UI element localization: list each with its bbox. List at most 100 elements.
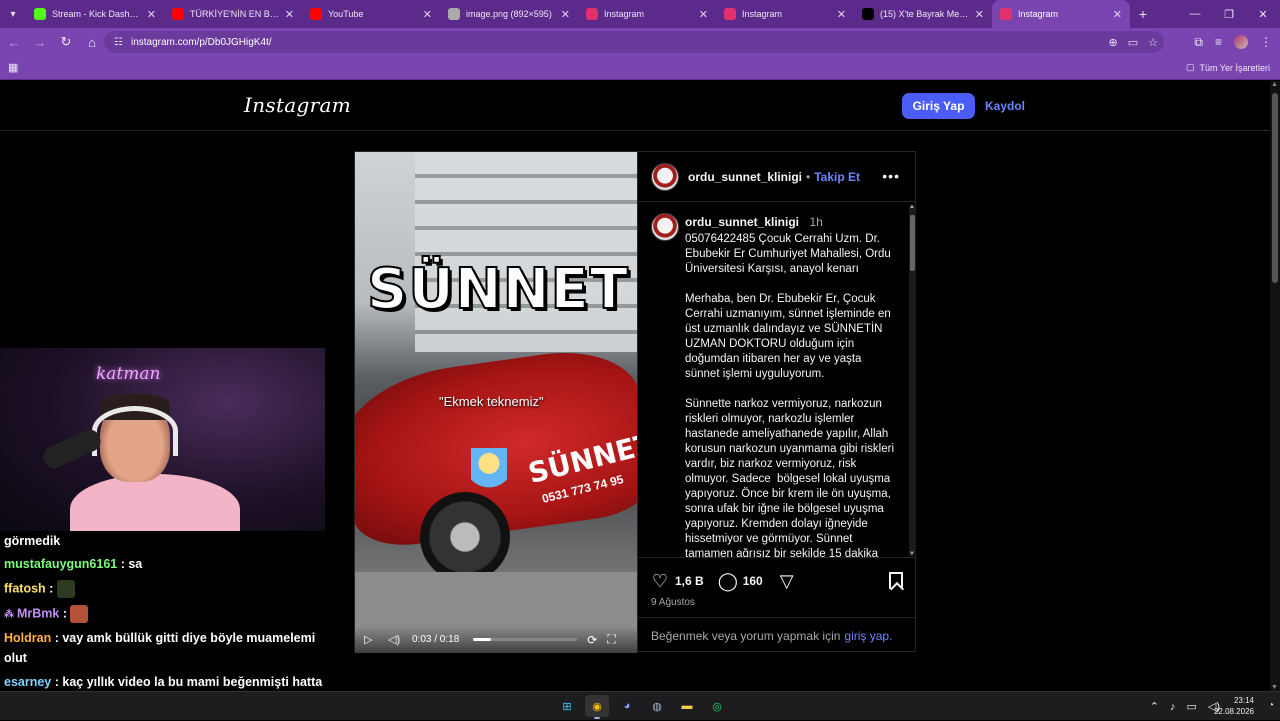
url-text[interactable]: instagram.com/p/Db0JGHigK4t/ (131, 37, 272, 48)
follow-button[interactable]: Takip Et (814, 170, 860, 184)
more-options-icon[interactable]: ••• (882, 168, 900, 184)
browser-toolbar: ← → ↻ ⌂ ☷ instagram.com/p/Db0JGHigK4t/ ⊕… (0, 28, 1280, 56)
chat-badge-icon: ⁂ (4, 609, 14, 621)
file-explorer-icon[interactable]: ▬ (675, 695, 699, 717)
close-tab-icon[interactable]: ✕ (561, 8, 570, 21)
browser-tab[interactable]: YouTube ✕ (302, 0, 440, 28)
close-tab-icon[interactable]: ✕ (975, 8, 984, 21)
close-tab-icon[interactable]: ✕ (423, 8, 432, 21)
scroll-down-icon[interactable]: ▼ (909, 551, 915, 557)
close-tab-icon[interactable]: ✕ (837, 8, 846, 21)
close-tab-icon[interactable]: ✕ (147, 8, 156, 21)
volume-icon[interactable]: ◁) (388, 633, 402, 646)
zoom-icon[interactable]: ⊕ (1109, 36, 1118, 49)
browser-tab[interactable]: image.png (892×595) ✕ (440, 0, 578, 28)
comments-scrollbar[interactable]: ▲ ▼ (909, 204, 916, 557)
microphone (40, 426, 104, 472)
profile-avatar[interactable] (1234, 35, 1248, 49)
chat-text: : (45, 581, 57, 596)
save-icon[interactable] (889, 572, 903, 589)
close-tab-icon[interactable]: ✕ (699, 8, 708, 21)
scroll-up-icon[interactable]: ▲ (909, 204, 915, 210)
share-action[interactable]: ▽ (777, 571, 797, 592)
extensions-icon[interactable]: ⧉ (1194, 35, 1203, 50)
menu-icon[interactable]: ⋮ (1260, 35, 1272, 49)
tab-title: Instagram (604, 9, 645, 19)
notification-icon[interactable]: ◔ (1268, 700, 1274, 711)
cast-icon[interactable]: ▭ (1128, 36, 1138, 49)
close-window-icon[interactable]: ✕ (1246, 0, 1280, 28)
page-scroll-thumb[interactable] (1272, 93, 1278, 283)
close-tab-icon[interactable]: ✕ (1113, 8, 1122, 21)
page-scroll-down-icon[interactable]: ▼ (1271, 684, 1278, 691)
globe-icon (448, 8, 460, 20)
instagram-logo[interactable]: Instagram (244, 93, 351, 117)
page-scrollbar[interactable]: ▲ ▼ (1270, 81, 1280, 691)
chat-username: ffatosh (4, 581, 46, 596)
tray-expand-icon[interactable]: ⌃ (1150, 700, 1159, 713)
instagram-icon (1000, 8, 1012, 20)
caption-avatar[interactable] (651, 213, 679, 241)
tab-title: TÜRKİYE'NİN EN BÜYÜK İ (190, 9, 279, 19)
fullscreen-icon[interactable]: ⛶ (607, 632, 615, 647)
chat-message: olut (4, 650, 27, 667)
share-icon[interactable]: ▽ (777, 571, 797, 592)
back-icon[interactable]: ← (2, 30, 26, 54)
like-action[interactable]: ♡ 1,6 B (650, 571, 704, 592)
restore-icon[interactable]: ❐ (1212, 0, 1246, 28)
mascot-sticker (471, 448, 507, 492)
login-prompt-link[interactable]: giriş yap. (844, 629, 892, 643)
chat-message: esarney : kaç yıllık video la bu mami be… (4, 674, 322, 691)
minimize-icon[interactable]: — (1178, 0, 1212, 28)
reload-icon[interactable]: ↻ (54, 30, 78, 54)
youtube-icon (310, 8, 322, 20)
login-prompt: Beğenmek veya yorum yapmak için giriş ya… (638, 617, 917, 653)
author-avatar[interactable] (651, 162, 679, 191)
browser-tab[interactable]: Stream - Kick Dashboard ✕ (26, 0, 164, 28)
site-info-icon[interactable]: ☷ (114, 37, 123, 48)
browser-tab[interactable]: TÜRKİYE'NİN EN BÜYÜK İ ✕ (164, 0, 302, 28)
heart-icon[interactable]: ♡ (650, 571, 670, 592)
login-button[interactable]: Giriş Yap (902, 93, 975, 119)
apps-grid-icon[interactable]: ▦ (8, 61, 18, 74)
media-control-icon[interactable]: ≡ (1215, 35, 1222, 49)
tab-search-icon[interactable]: ▾ (0, 0, 26, 28)
chat-emote (56, 580, 75, 598)
steam-icon[interactable]: ◍ (645, 695, 669, 717)
browser-tab[interactable]: (15) X'te Bayrak Medya: " ✕ (854, 0, 992, 28)
home-icon[interactable]: ⌂ (80, 30, 104, 54)
video-progress-bar[interactable] (473, 638, 578, 641)
discord-icon[interactable]: ◕ (615, 695, 639, 717)
comment-action[interactable]: ◯ 160 (718, 571, 763, 592)
address-bar[interactable]: ☷ instagram.com/p/Db0JGHigK4t/ ⊕ ▭ ☆ (104, 31, 1164, 53)
comments-section[interactable]: ordu_sunnet_klinigi 1h 05076422485 Çocuk… (638, 203, 917, 558)
new-tab-button[interactable]: + (1130, 6, 1156, 22)
post-video[interactable]: SÜNNET "Ekmek teknemiz" SÜNNET 0531 773 … (355, 152, 637, 653)
windows-start-icon[interactable]: ⊞ (555, 695, 579, 717)
caption: ordu_sunnet_klinigi 1h 05076422485 Çocuk… (651, 213, 897, 557)
all-bookmarks[interactable]: ▢ Tüm Yer İşaretleri (1186, 62, 1270, 73)
play-icon[interactable]: ▷ (364, 633, 378, 646)
caption-username[interactable]: ordu_sunnet_klinigi (685, 215, 799, 229)
comment-icon[interactable]: ◯ (718, 571, 738, 592)
mic-icon[interactable]: ♪ (1170, 701, 1176, 713)
bookmark-star-icon[interactable]: ☆ (1148, 36, 1158, 49)
tab-title: image.png (892×595) (466, 9, 552, 19)
spotify-icon[interactable]: ◎ (705, 695, 729, 717)
author-username[interactable]: ordu_sunnet_klinigi (688, 170, 802, 184)
playback-speed-icon[interactable]: ⟳ (587, 633, 597, 647)
forward-icon[interactable]: → (28, 30, 52, 54)
comments-scroll-thumb[interactable] (910, 215, 915, 271)
browser-tab[interactable]: Instagram ✕ (992, 0, 1130, 28)
browser-tab[interactable]: Instagram ✕ (578, 0, 716, 28)
page-scroll-up-icon[interactable]: ▲ (1271, 81, 1278, 88)
close-tab-icon[interactable]: ✕ (285, 8, 294, 21)
chat-username: MrBmk (17, 606, 60, 621)
clock[interactable]: 23:14 22.08.2026 (1214, 695, 1254, 717)
tab-title: (15) X'te Bayrak Medya: " (880, 9, 969, 19)
chrome-icon[interactable]: ◉ (585, 695, 609, 719)
signup-link[interactable]: Kaydol (985, 93, 1025, 119)
browser-tab[interactable]: Instagram ✕ (716, 0, 854, 28)
network-icon[interactable]: ▭ (1186, 700, 1196, 713)
chat-username: mustafauygun6161 (4, 557, 118, 571)
